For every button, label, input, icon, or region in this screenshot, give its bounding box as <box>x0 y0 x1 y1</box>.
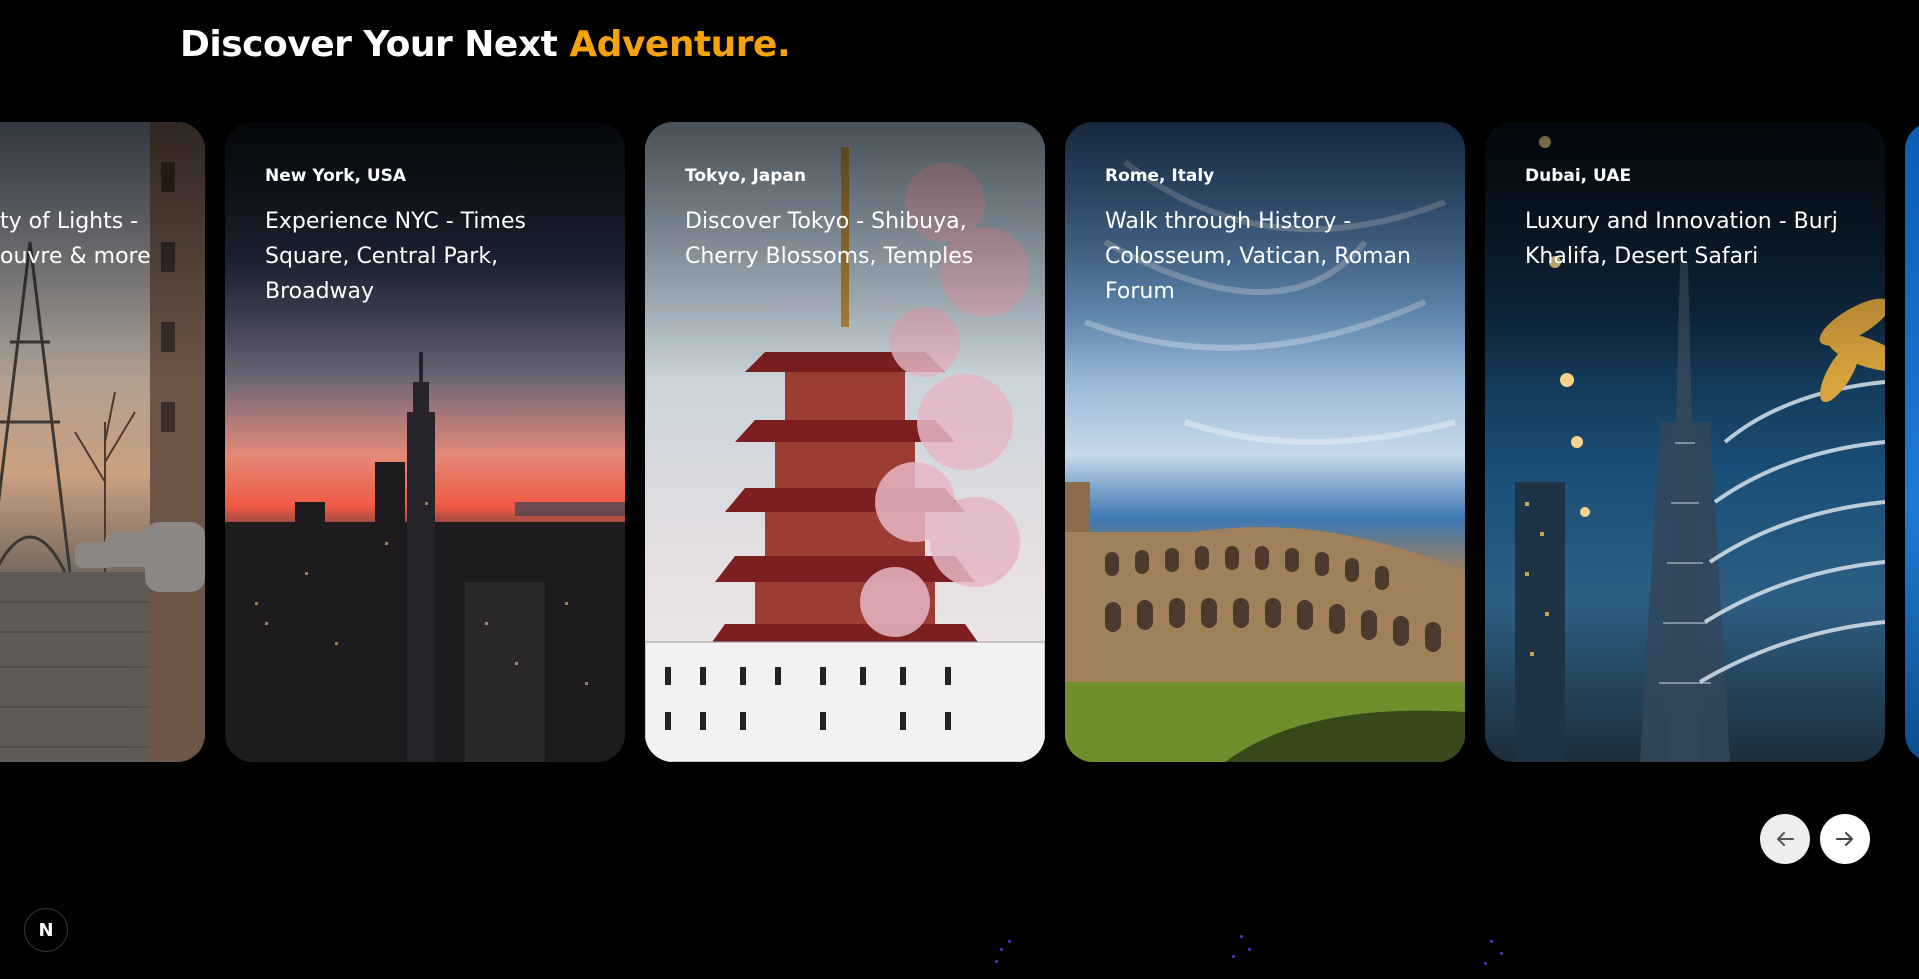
carousel-prev-button[interactable] <box>1760 814 1810 864</box>
destination-card-tokyo[interactable]: Tokyo, Japan Discover Tokyo - Shibuya, C… <box>645 122 1045 762</box>
carousel-next-button[interactable] <box>1820 814 1870 864</box>
card-location: Rome, Italy <box>1105 166 1215 186</box>
page-title: Discover Your Next Adventure. <box>180 24 791 65</box>
arrow-right-icon <box>1836 832 1853 846</box>
card-title: ty of Lights - ouvre & more <box>0 209 151 269</box>
card-location: Tokyo, Japan <box>685 166 807 186</box>
card-title: Discover Tokyo - Shibuya, Cherry Blossom… <box>685 209 974 269</box>
card-title: Luxury and Innovation - Burj Khalifa, De… <box>1525 209 1838 269</box>
destination-card-dubai[interactable]: Dubai, UAE Luxury and Innovation - Burj … <box>1485 122 1885 762</box>
card-title: Experience NYC - Times Square, Central P… <box>265 209 526 304</box>
destination-card-next[interactable] <box>1905 122 1919 762</box>
badge-letter: N <box>38 919 54 941</box>
card-title: Walk through History - Colosseum, Vatica… <box>1105 209 1411 304</box>
framework-badge[interactable]: N <box>24 908 68 952</box>
card-location: New York, USA <box>265 166 407 186</box>
destination-card-rome[interactable]: Rome, Italy Walk through History - Colos… <box>1065 122 1465 762</box>
next-destination-photo <box>1905 122 1919 762</box>
arrow-left-icon <box>1777 832 1794 846</box>
page-title-accent: Adventure. <box>569 24 791 65</box>
destination-card-paris[interactable]: ty of Lights - ouvre & more <box>0 122 205 762</box>
destination-carousel: ty of Lights - ouvre & more New York, US… <box>0 122 1919 764</box>
page-title-prefix: Discover Your Next <box>180 24 570 65</box>
destination-card-new-york[interactable]: New York, USA Experience NYC - Times Squ… <box>225 122 625 762</box>
card-location: Dubai, UAE <box>1525 166 1632 186</box>
